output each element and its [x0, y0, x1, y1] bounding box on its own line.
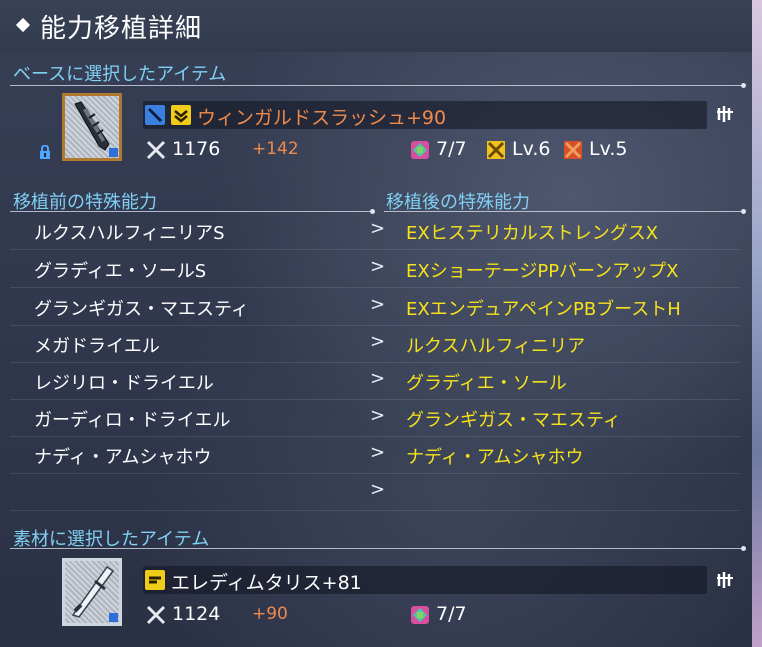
material-attack-bonus: +90: [252, 604, 288, 624]
attack-icon: [146, 140, 166, 160]
ability-row: >: [10, 473, 740, 511]
ability-after: EXヒステリカルストレングスX: [406, 223, 659, 244]
ability-before: レジリロ・ドライエル: [34, 373, 214, 394]
arrow-right-icon: >: [370, 218, 386, 239]
element-corner-icon: [109, 613, 118, 622]
rarity-icon: [171, 105, 191, 125]
background-edge: [752, 0, 762, 647]
ability-before: メガドライエル: [34, 336, 160, 357]
ability-row: レジリロ・ドライエル > グラディエ・ソール: [10, 362, 740, 400]
level-gem-icon: [564, 141, 582, 159]
ability-row: ガーディロ・ドライエル > グランギガス・マエスティ: [10, 399, 740, 437]
ability-row: グランギガス・マエスティ > EXエンデュアペインPBブーストH: [10, 288, 740, 326]
slot-gem-icon: [411, 141, 429, 159]
material-item-thumbnail[interactable]: [62, 558, 122, 626]
ability-before: ルクスハルフィニリアS: [34, 223, 225, 244]
arrow-right-icon: >: [370, 442, 386, 463]
arrow-right-icon: >: [370, 331, 386, 352]
divider: [10, 546, 746, 551]
base-level-b: Lv.5: [589, 138, 628, 160]
base-level-a: Lv.6: [512, 138, 551, 160]
diamond-bullet-icon: [15, 17, 31, 33]
arrow-right-icon: >: [370, 256, 386, 277]
title-bar: 能力移植詳細: [0, 0, 752, 52]
ability-row: グラディエ・ソールS > EXショーテージPPバーンアップX: [10, 250, 740, 288]
material-attack: 1124: [172, 603, 221, 625]
base-item-name: ウィンガルドスラッシュ+90: [197, 107, 447, 129]
material-item-name: エレディムタリス+81: [171, 572, 362, 594]
arrow-right-icon: >: [370, 294, 386, 315]
base-item-thumbnail[interactable]: [62, 93, 122, 161]
ability-after: グランギガス・マエスティ: [406, 410, 621, 431]
ability-after: ルクスハルフィニリア: [406, 336, 586, 357]
base-heading: ベースに選択したアイテム: [13, 64, 227, 85]
ability-before: グランギガス・マエスティ: [34, 299, 249, 320]
attack-icon: [146, 605, 166, 625]
menu-icon[interactable]: [715, 570, 735, 590]
element-corner-icon: [109, 148, 118, 157]
weapon-type-icon: [145, 570, 165, 590]
divider: [10, 83, 746, 88]
material-slots: 7/7: [436, 603, 467, 625]
page-title: 能力移植詳細: [40, 14, 203, 44]
ability-after: EXショーテージPPバーンアップX: [406, 261, 679, 282]
base-attack-bonus: +142: [252, 139, 299, 159]
ability-after: ナディ・アムシャホウ: [406, 447, 584, 468]
arrow-right-icon: >: [370, 479, 386, 500]
menu-icon[interactable]: [715, 104, 735, 124]
ability-before: グラディエ・ソールS: [34, 261, 207, 282]
level-gem-icon: [487, 141, 505, 159]
weapon-type-icon: [145, 105, 165, 125]
ability-after: グラディエ・ソール: [406, 373, 567, 394]
slot-gem-icon: [411, 606, 429, 624]
ability-row: メガドライエル > ルクスハルフィニリア: [10, 325, 740, 363]
base-slots: 7/7: [436, 138, 467, 160]
arrow-right-icon: >: [370, 405, 386, 426]
ability-before: ガーディロ・ドライエル: [34, 410, 231, 431]
lock-icon: [40, 145, 50, 159]
ability-row: ルクスハルフィニリアS > EXヒステリカルストレングスX: [10, 212, 740, 250]
arrow-right-icon: >: [370, 368, 386, 389]
ability-after: EXエンデュアペインPBブーストH: [406, 299, 681, 320]
ability-row: ナディ・アムシャホウ > ナディ・アムシャホウ: [10, 436, 740, 474]
ability-before: ナディ・アムシャホウ: [34, 447, 212, 468]
base-attack: 1176: [172, 138, 221, 160]
